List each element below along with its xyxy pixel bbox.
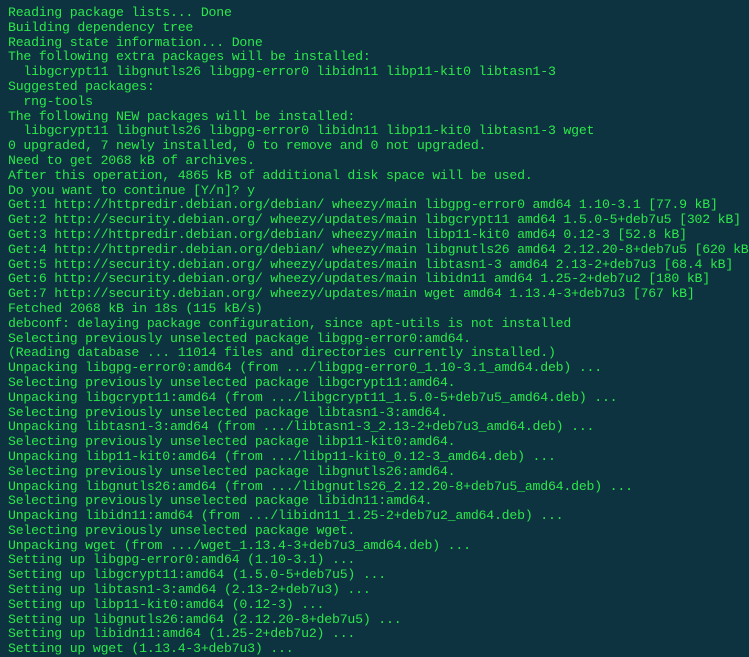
terminal-line: Get:6 http://security.debian.org/ wheezy… <box>8 272 741 287</box>
terminal-line: Selecting previously unselected package … <box>8 376 741 391</box>
terminal-line: Selecting previously unselected package … <box>8 332 741 347</box>
terminal-line: Need to get 2068 kB of archives. <box>8 154 741 169</box>
terminal-output: Reading package lists... DoneBuilding de… <box>8 6 741 657</box>
terminal-line: libgcrypt11 libgnutls26 libgpg-error0 li… <box>8 65 741 80</box>
terminal-line: 0 upgraded, 7 newly installed, 0 to remo… <box>8 139 741 154</box>
terminal-line: rng-tools <box>8 95 741 110</box>
terminal-line: debconf: delaying package configuration,… <box>8 317 741 332</box>
terminal-line: Setting up libtasn1-3:amd64 (2.13-2+deb7… <box>8 583 741 598</box>
terminal-line: After this operation, 4865 kB of additio… <box>8 169 741 184</box>
terminal-line: Setting up libp11-kit0:amd64 (0.12-3) ..… <box>8 598 741 613</box>
terminal-line: Do you want to continue [Y/n]? y <box>8 184 741 199</box>
terminal-line: Selecting previously unselected package … <box>8 435 741 450</box>
terminal-line: Unpacking libgcrypt11:amd64 (from .../li… <box>8 391 741 406</box>
terminal-line: Reading package lists... Done <box>8 6 741 21</box>
terminal-line: Building dependency tree <box>8 21 741 36</box>
terminal-line: Get:2 http://security.debian.org/ wheezy… <box>8 213 741 228</box>
terminal-line: (Reading database ... 11014 files and di… <box>8 346 741 361</box>
terminal-line: Setting up libgpg-error0:amd64 (1.10-3.1… <box>8 553 741 568</box>
terminal-line: Get:1 http://httpredir.debian.org/debian… <box>8 198 741 213</box>
terminal-line: Get:5 http://security.debian.org/ wheezy… <box>8 258 741 273</box>
terminal-line: The following NEW packages will be insta… <box>8 110 741 125</box>
terminal-line: Get:3 http://httpredir.debian.org/debian… <box>8 228 741 243</box>
terminal-line: Selecting previously unselected package … <box>8 494 741 509</box>
terminal-line: Unpacking libp11-kit0:amd64 (from .../li… <box>8 450 741 465</box>
terminal-line: Suggested packages: <box>8 80 741 95</box>
terminal-line: Setting up libidn11:amd64 (1.25-2+deb7u2… <box>8 627 741 642</box>
terminal-line: Get:7 http://security.debian.org/ wheezy… <box>8 287 741 302</box>
terminal-line: Fetched 2068 kB in 18s (115 kB/s) <box>8 302 741 317</box>
terminal-line: Unpacking libgpg-error0:amd64 (from .../… <box>8 361 741 376</box>
terminal-line: Selecting previously unselected package … <box>8 465 741 480</box>
terminal-line: Unpacking libidn11:amd64 (from .../libid… <box>8 509 741 524</box>
terminal-line: Unpacking libgnutls26:amd64 (from .../li… <box>8 480 741 495</box>
terminal-line: The following extra packages will be ins… <box>8 50 741 65</box>
terminal-line: Unpacking libtasn1-3:amd64 (from .../lib… <box>8 420 741 435</box>
terminal-line: Get:4 http://httpredir.debian.org/debian… <box>8 243 741 258</box>
terminal-line: Selecting previously unselected package … <box>8 524 741 539</box>
terminal-line: Setting up libgcrypt11:amd64 (1.5.0-5+de… <box>8 568 741 583</box>
terminal-line: Setting up libgnutls26:amd64 (2.12.20-8+… <box>8 613 741 628</box>
terminal-line: Unpacking wget (from .../wget_1.13.4-3+d… <box>8 539 741 554</box>
terminal-line: libgcrypt11 libgnutls26 libgpg-error0 li… <box>8 124 741 139</box>
terminal-line: Selecting previously unselected package … <box>8 406 741 421</box>
terminal-line: Setting up wget (1.13.4-3+deb7u3) ... <box>8 642 741 657</box>
terminal-line: Reading state information... Done <box>8 36 741 51</box>
